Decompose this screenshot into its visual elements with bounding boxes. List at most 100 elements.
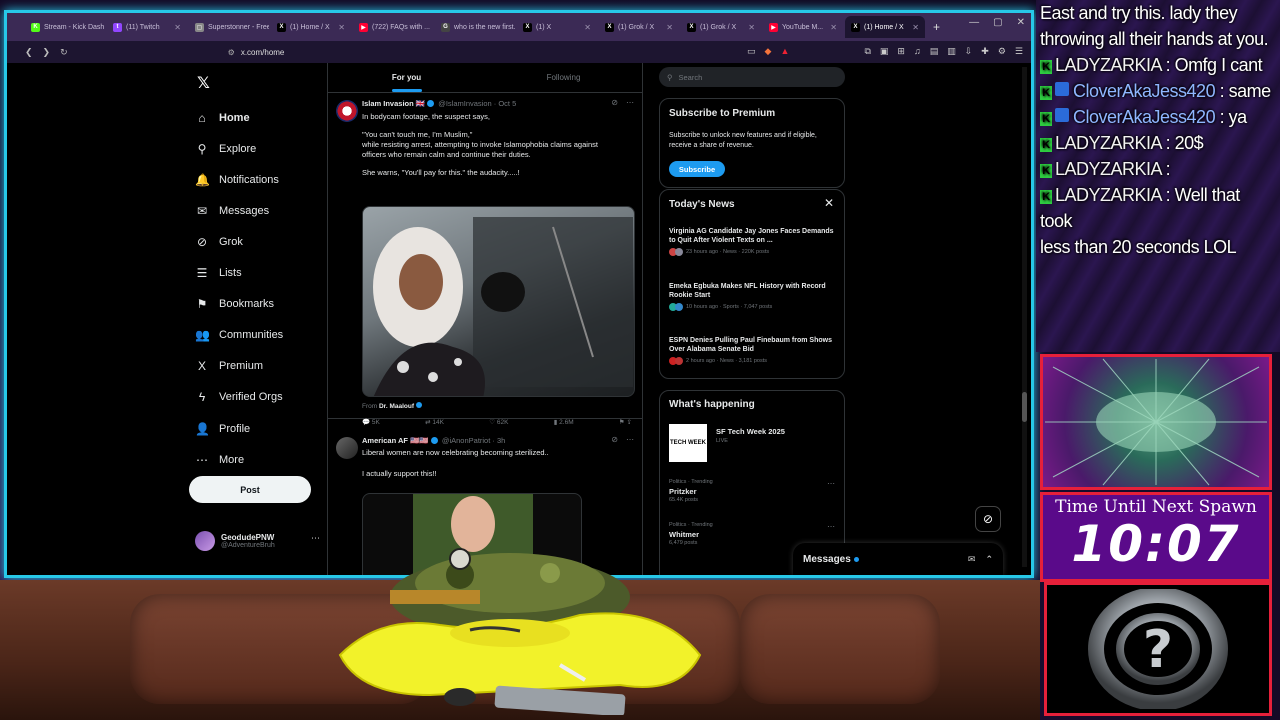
chat-username[interactable]: CloverAkaJess420: [1073, 81, 1216, 101]
nav-item-verified-orgs[interactable]: ϟ Verified Orgs: [195, 384, 283, 410]
nav-item-more[interactable]: ⋯ More: [195, 447, 244, 473]
tweet-author[interactable]: Islam Invasion 🇬🇧: [362, 99, 425, 108]
nav-item-messages[interactable]: ✉ Messages: [195, 198, 269, 224]
url-field[interactable]: ⚙ x.com/home: [228, 48, 285, 57]
search-input[interactable]: ⚲ Search: [659, 67, 845, 87]
nav-item-profile[interactable]: 👤 Profile: [195, 416, 250, 442]
trend-item[interactable]: Politics · Trending Pritzker 65.4K posts…: [669, 479, 839, 503]
like-button[interactable]: ♡ 62K: [489, 418, 508, 426]
reading-list-icon[interactable]: ▤: [930, 46, 939, 57]
new-tab-button[interactable]: +: [927, 20, 946, 34]
close-tab-icon[interactable]: ✕: [174, 23, 181, 32]
chat-username[interactable]: LADYZARKIA: [1055, 55, 1162, 75]
browser-tab[interactable]: Gwho is the new first...✕: [435, 16, 515, 38]
rewards-icon[interactable]: ▲: [780, 46, 789, 57]
chat-username[interactable]: LADYZARKIA: [1055, 133, 1162, 153]
wallet-icon[interactable]: ▥: [947, 46, 956, 57]
tweet-video[interactable]: [362, 206, 635, 397]
sidebar-icon[interactable]: ⊞: [897, 46, 905, 57]
messages-icon: ✉: [196, 204, 208, 218]
chat-username[interactable]: LADYZARKIA: [1055, 159, 1162, 179]
tweet[interactable]: Islam Invasion 🇬🇧 @IslamInvasion · Oct 5…: [328, 94, 642, 426]
post-button[interactable]: Post: [189, 476, 311, 503]
bookmark-icon[interactable]: ⚑: [619, 419, 625, 426]
views-button[interactable]: ▮ 2.6M: [554, 418, 574, 426]
browser-tab[interactable]: ▶ YouTube M... ✕: [763, 16, 843, 38]
close-tab-icon[interactable]: ✕: [666, 23, 673, 32]
kick-badge-icon: K: [1040, 60, 1052, 74]
nav-item-notifications[interactable]: 🔔 Notifications: [195, 167, 279, 193]
browser-tab[interactable]: ▶(722) FAQs with ...✕: [353, 16, 433, 38]
maximize-icon[interactable]: ▢: [993, 17, 1002, 28]
tab-title: (1) Grok / X: [618, 23, 655, 31]
chat-username[interactable]: LADYZARKIA: [1055, 185, 1162, 205]
close-tab-icon[interactable]: ✕: [830, 23, 837, 32]
chat-username[interactable]: CloverAkaJess420: [1073, 107, 1216, 127]
nav-item-communities[interactable]: 👥 Communities: [195, 322, 283, 348]
back-icon[interactable]: ❮: [25, 47, 33, 58]
event-title[interactable]: SF Tech Week 2025: [716, 427, 785, 436]
more-icon[interactable]: ⋯: [311, 533, 320, 544]
brave-shield-icon[interactable]: ◆: [765, 46, 772, 57]
browser-tab[interactable]: X (1) Home / X ✕: [845, 16, 925, 38]
minimize-icon[interactable]: —: [969, 17, 979, 28]
close-tab-icon[interactable]: ✕: [748, 23, 755, 32]
tab-following[interactable]: Following: [485, 63, 642, 92]
music-icon[interactable]: ♫: [914, 46, 921, 57]
account-switcher[interactable]: GeodudePNW @AdventureBruh ⋯: [195, 531, 320, 551]
nav-item-grok[interactable]: ⊘ Grok: [195, 229, 243, 255]
news-item[interactable]: Virginia AG Candidate Jay Jones Faces De…: [669, 227, 834, 256]
reply-button[interactable]: 💬 5K: [362, 418, 380, 426]
nav-item-lists[interactable]: ☰ Lists: [195, 260, 242, 286]
browser-tab[interactable]: X (1) Grok / X ✕: [599, 16, 679, 38]
site-info-icon[interactable]: ⚙: [228, 48, 235, 57]
browser-tab[interactable]: X (1) Grok / X ✕: [681, 16, 761, 38]
cast-icon[interactable]: ▭: [747, 46, 756, 57]
close-icon[interactable]: ✕: [824, 196, 834, 210]
download-icon[interactable]: ⇩: [965, 46, 973, 57]
browser-tab[interactable]: X (1) X ✕: [517, 16, 597, 38]
tweet-avatar[interactable]: [336, 437, 358, 459]
news-item[interactable]: ESPN Denies Pulling Paul Finebaum from S…: [669, 336, 834, 365]
repost-button[interactable]: ⇄ 14K: [425, 418, 444, 426]
puzzle-icon[interactable]: ✚: [981, 46, 989, 57]
close-tab-icon[interactable]: ✕: [584, 23, 591, 32]
messages-drawer[interactable]: Messages ✉ ⌃: [793, 543, 1003, 575]
close-tab-icon[interactable]: ✕: [912, 23, 919, 32]
nav-item-bookmarks[interactable]: ⚑ Bookmarks: [195, 291, 274, 317]
screenshot-icon[interactable]: ▣: [880, 46, 889, 57]
nav-item-home[interactable]: ⌂ Home: [195, 105, 249, 131]
browser-tab[interactable]: ▢Superstonner - Free✕: [189, 16, 269, 38]
scrollbar[interactable]: [1022, 67, 1027, 567]
grok-icon[interactable]: ⊘: [611, 98, 618, 107]
x-logo-icon[interactable]: 𝕏: [197, 73, 210, 93]
more-icon[interactable]: ⋯: [827, 479, 835, 488]
grok-button[interactable]: ⊘: [975, 506, 1001, 532]
news-item[interactable]: Emeka Egbuka Makes NFL History with Reco…: [669, 282, 834, 311]
tweet-author[interactable]: American AF 🇺🇸🇺🇸: [362, 436, 429, 445]
reload-icon[interactable]: ↻: [60, 47, 68, 58]
close-tab-icon[interactable]: ✕: [338, 23, 345, 32]
extensions-icon[interactable]: ⧉: [864, 46, 870, 57]
more-icon[interactable]: ⋯: [626, 98, 634, 107]
scrollbar-thumb[interactable]: [1022, 392, 1027, 422]
menu-icon[interactable]: ☰: [1015, 46, 1023, 57]
nav-item-premium[interactable]: X Premium: [195, 353, 263, 379]
settings-icon[interactable]: ⚙: [998, 46, 1006, 57]
grok-icon[interactable]: ⊘: [611, 435, 618, 444]
from-name[interactable]: Dr. Maalouf: [379, 403, 414, 410]
subscribe-button[interactable]: Subscribe: [669, 161, 725, 177]
browser-tab[interactable]: KStream - Kick Dash✕: [25, 16, 105, 38]
nav-item-explore[interactable]: ⚲ Explore: [195, 136, 257, 162]
browser-tab[interactable]: t (11) Twitch ✕: [107, 16, 187, 38]
share-icon[interactable]: ⇪: [627, 419, 632, 426]
tab-for-you[interactable]: For you: [328, 63, 485, 92]
compose-icon[interactable]: ✉: [968, 554, 976, 565]
more-icon[interactable]: ⋯: [827, 522, 835, 531]
browser-tab[interactable]: X (1) Home / X ✕: [271, 16, 351, 38]
tweet-avatar[interactable]: [336, 100, 358, 122]
more-icon[interactable]: ⋯: [626, 435, 634, 444]
close-window-icon[interactable]: ✕: [1017, 17, 1025, 28]
forward-icon[interactable]: ❯: [43, 47, 51, 58]
expand-icon[interactable]: ⌃: [985, 554, 993, 565]
